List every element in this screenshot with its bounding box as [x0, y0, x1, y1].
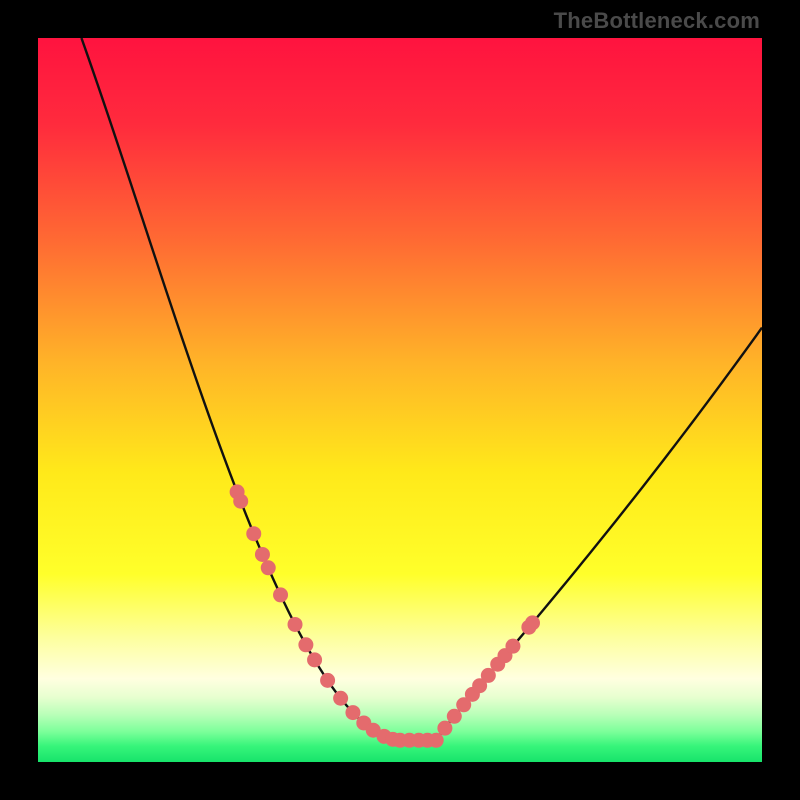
data-marker [261, 560, 276, 575]
data-marker [307, 652, 322, 667]
data-marker [320, 673, 335, 688]
chart-frame: TheBottleneck.com [0, 0, 800, 800]
data-marker [273, 587, 288, 602]
data-marker [429, 733, 444, 748]
data-marker [447, 709, 462, 724]
watermark-text: TheBottleneck.com [554, 8, 760, 34]
data-marker [505, 639, 520, 654]
chart-svg [38, 38, 762, 762]
data-marker [525, 615, 540, 630]
bottleneck-curve [81, 38, 762, 741]
data-marker [255, 547, 270, 562]
data-marker [246, 526, 261, 541]
data-marker [345, 705, 360, 720]
marker-group [230, 484, 540, 747]
data-marker [437, 721, 452, 736]
data-marker [333, 691, 348, 706]
data-marker [298, 637, 313, 652]
plot-area [38, 38, 762, 762]
data-marker [288, 617, 303, 632]
data-marker [233, 494, 248, 509]
